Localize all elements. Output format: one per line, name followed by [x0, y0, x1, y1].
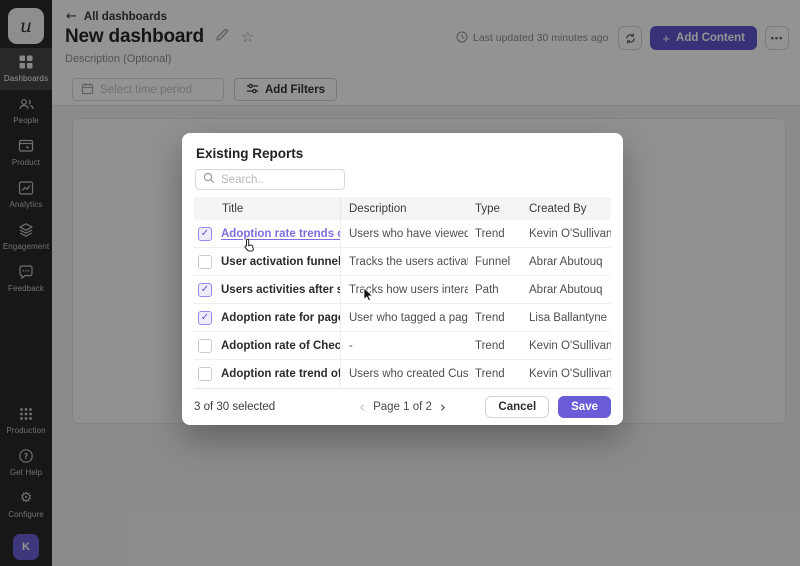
report-created-by: Abrar Abutouq	[522, 256, 611, 268]
selected-count: 3 of 30 selected	[194, 401, 275, 413]
report-type: Trend	[468, 340, 522, 352]
report-description: Users who have viewed the in...	[340, 220, 468, 247]
next-page-icon[interactable]: ›	[440, 400, 446, 415]
table-row[interactable]: ✓ Users activities after signing up Trac…	[194, 276, 611, 304]
row-checkbox[interactable]: ✓	[198, 283, 212, 297]
pagination-label: Page 1 of 2	[373, 401, 432, 413]
existing-reports-modal: Existing Reports Title Description Type …	[182, 133, 623, 425]
reports-table: Title Description Type Created By ✓ Adop…	[194, 197, 611, 388]
report-created-by: Kevin O'Sullivan	[522, 228, 611, 240]
table-header: Title Description Type Created By	[194, 197, 611, 220]
column-created-by: Created By	[522, 203, 611, 215]
report-created-by: Kevin O'Sullivan	[522, 340, 611, 352]
report-description: Tracks how users interact with	[340, 276, 468, 303]
column-description: Description	[340, 197, 468, 220]
table-row[interactable]: ✓ User activation funnel Tracks the user…	[194, 248, 611, 276]
report-title: Adoption rate for pages	[221, 312, 340, 324]
column-title: Title	[194, 203, 340, 215]
check-icon: ✓	[201, 229, 209, 239]
report-type: Funnel	[468, 256, 522, 268]
check-icon: ✓	[201, 285, 209, 295]
report-description: Tracks the users activation jou...	[340, 248, 468, 275]
table-row[interactable]: ✓ Adoption rate of Checklists - Trend Ke…	[194, 332, 611, 360]
report-description: Users who created Custom dasb	[340, 360, 468, 388]
modal-title: Existing Reports	[196, 146, 303, 161]
table-row[interactable]: ✓ Adoption rate for pages User who tagge…	[194, 304, 611, 332]
report-title: Adoption rate of Checklists	[221, 340, 340, 352]
report-created-by: Lisa Ballantyne	[522, 312, 611, 324]
report-type: Trend	[468, 368, 522, 380]
search-input[interactable]	[221, 174, 331, 186]
report-type: Trend	[468, 312, 522, 324]
table-row[interactable]: ✓ Adoption rate trends of sav... Users w…	[194, 220, 611, 248]
column-type: Type	[468, 203, 522, 215]
row-checkbox[interactable]: ✓	[198, 227, 212, 241]
report-description: -	[340, 332, 468, 359]
cancel-button[interactable]: Cancel	[485, 396, 549, 418]
report-type: Trend	[468, 228, 522, 240]
modal-footer: 3 of 30 selected ‹ Page 1 of 2 › Cancel …	[194, 388, 611, 425]
row-checkbox[interactable]: ✓	[198, 311, 212, 325]
row-checkbox[interactable]: ✓	[198, 339, 212, 353]
table-row[interactable]: ✓ Adoption rate trend of Custom... Users…	[194, 360, 611, 388]
row-checkbox[interactable]: ✓	[198, 255, 212, 269]
check-icon: ✓	[201, 313, 209, 323]
report-created-by: Abrar Abutouq	[522, 284, 611, 296]
prev-page-icon[interactable]: ‹	[359, 400, 365, 415]
report-type: Path	[468, 284, 522, 296]
report-title-link[interactable]: Adoption rate trends of sav...	[221, 227, 340, 240]
save-button[interactable]: Save	[558, 396, 611, 418]
report-title: Users activities after signing up	[221, 284, 340, 296]
report-created-by: Kevin O'Sullivan	[522, 368, 611, 380]
search-icon	[203, 171, 215, 189]
report-title: Adoption rate trend of Custom...	[221, 368, 340, 380]
search-box	[195, 169, 345, 190]
pagination: ‹ Page 1 of 2 ›	[359, 400, 446, 415]
row-checkbox[interactable]: ✓	[198, 367, 212, 381]
report-title: User activation funnel	[221, 256, 340, 268]
report-description: User who tagged a page	[340, 304, 468, 331]
